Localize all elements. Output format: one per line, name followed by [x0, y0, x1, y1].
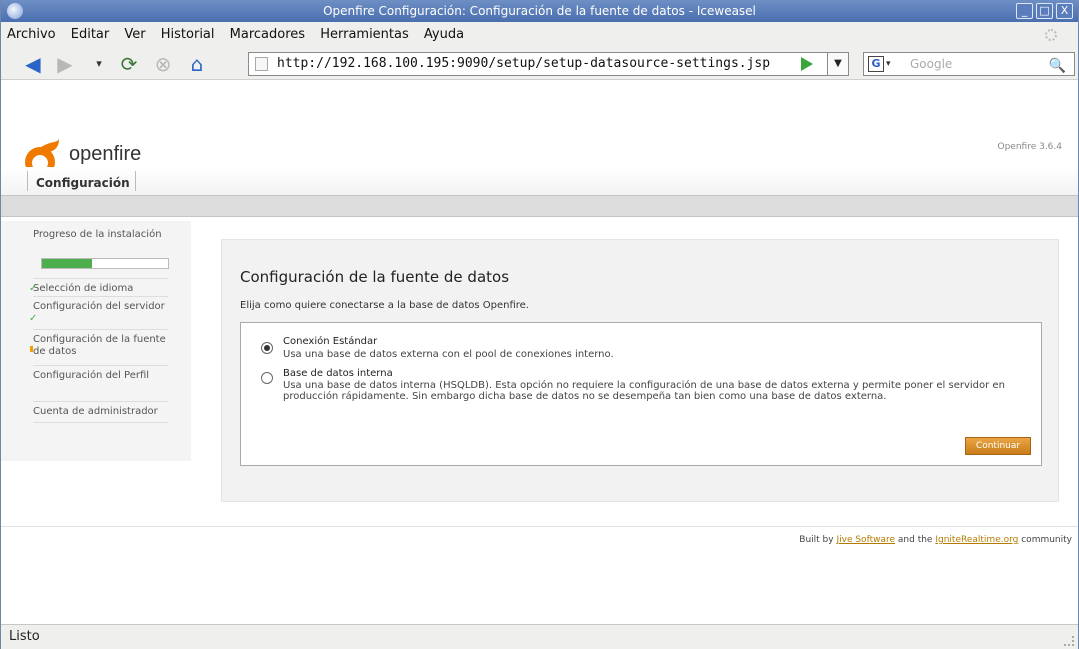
option-embedded-desc: Usa una base de datos interna (HSQLDB). …	[283, 380, 1005, 402]
footer-text: community	[1021, 535, 1072, 545]
search-engine-dropdown-icon[interactable]: ▾	[886, 53, 891, 75]
logo-text: openfire	[69, 143, 142, 165]
option-embedded-title[interactable]: Base de datos interna	[283, 368, 393, 379]
menu-historial[interactable]: Historial	[161, 27, 215, 42]
reload-icon[interactable]: ⟳	[117, 52, 141, 76]
progress-fill	[42, 259, 93, 268]
footer-text: and the	[897, 535, 933, 545]
window-title: Openfire Configuración: Configuración de…	[323, 4, 756, 18]
radio-embedded-db[interactable]	[261, 372, 273, 384]
menu-herramientas[interactable]: Herramientas	[320, 27, 409, 42]
option-standard-desc: Usa una base de datos externa con el poo…	[283, 349, 614, 360]
url-text: http://192.168.100.195:9090/setup/setup-…	[277, 56, 771, 71]
browser-window: Openfire Configuración: Configuración de…	[0, 0, 1079, 649]
menu-archivo[interactable]: Archivo	[7, 27, 56, 42]
page-favicon-icon	[255, 57, 268, 71]
jive-software-link[interactable]: Jive Software	[836, 535, 895, 545]
tab-divider	[135, 171, 136, 191]
menu-ayuda[interactable]: Ayuda	[424, 27, 464, 42]
options-box: Conexión Estándar Usa una base de datos …	[240, 322, 1042, 466]
close-button[interactable]: X	[1056, 3, 1073, 19]
navigation-toolbar: ◀ ▶ ▾ ⟳ ⊗ ⌂ http://192.168.100.195:9090/…	[1, 48, 1078, 80]
status-bar: Listo	[1, 624, 1078, 649]
step-label: Configuración del servidor	[33, 301, 165, 312]
menu-ver[interactable]: Ver	[124, 27, 145, 42]
step-server: ✓ Configuración del servidor	[29, 296, 168, 324]
maximize-button[interactable]: □	[1036, 3, 1053, 19]
menu-editar[interactable]: Editar	[71, 27, 110, 42]
version-label: Openfire 3.6.4	[997, 142, 1062, 152]
search-engine-icon[interactable]: G	[868, 56, 884, 72]
footer-divider	[1, 526, 1078, 527]
web-page: openfire Openfire 3.6.4 Configuración Pr…	[1, 81, 1078, 624]
go-icon[interactable]	[801, 57, 813, 71]
resize-grip-icon[interactable]	[1064, 636, 1074, 646]
current-step-icon	[30, 346, 33, 352]
install-progress-bar	[41, 258, 169, 269]
subnav-bar	[1, 195, 1078, 217]
search-icon[interactable]: 🔍	[1049, 55, 1066, 77]
step-language: ✓ Selección de idioma	[29, 278, 168, 295]
footer: Built by Jive Software and the IgniteRea…	[799, 535, 1072, 545]
step-label: Configuración de la fuente de datos	[33, 334, 166, 357]
intro-text: Elija como quiere conectarse a la base d…	[240, 300, 529, 311]
home-icon[interactable]: ⌂	[185, 52, 209, 76]
menu-bar: Archivo Editar Ver Historial Marcadores …	[1, 22, 1078, 48]
step-label: Cuenta de administrador	[33, 406, 158, 417]
step-label: Selección de idioma	[33, 283, 134, 294]
option-standard-title[interactable]: Conexión Estándar	[283, 336, 377, 347]
step-datasource: Configuración de la fuente de datos	[30, 329, 168, 358]
url-bar[interactable]: http://192.168.100.195:9090/setup/setup-…	[248, 52, 828, 76]
page-title: Configuración de la fuente de datos	[240, 268, 510, 286]
footer-text: Built by	[799, 535, 834, 545]
tab-divider	[27, 171, 28, 191]
step-admin: Cuenta de administrador	[33, 401, 168, 423]
title-bar: Openfire Configuración: Configuración de…	[1, 0, 1078, 22]
throbber-icon	[1045, 29, 1057, 41]
step-profile: Configuración del Perfil	[33, 365, 168, 382]
radio-standard-connection[interactable]	[261, 342, 273, 354]
history-dropdown-icon[interactable]: ▾	[87, 52, 111, 76]
igniterealtime-link[interactable]: IgniteRealtime.org	[935, 535, 1018, 545]
search-placeholder: Google	[910, 57, 953, 71]
check-icon: ✓	[29, 313, 38, 324]
check-icon: ✓	[29, 283, 38, 294]
back-icon[interactable]: ◀	[21, 52, 45, 76]
tab-row	[1, 167, 1078, 195]
forward-icon[interactable]: ▶	[53, 52, 77, 76]
stop-icon[interactable]: ⊗	[151, 52, 175, 76]
main-panel: Configuración de la fuente de datos Elij…	[221, 239, 1059, 502]
browser-icon	[7, 3, 23, 19]
tab-configuracion[interactable]: Configuración	[36, 176, 130, 190]
url-dropdown-icon[interactable]: ▼	[827, 52, 849, 76]
menu-marcadores[interactable]: Marcadores	[230, 27, 305, 42]
continue-button[interactable]: Continuar	[965, 437, 1031, 455]
progress-title: Progreso de la instalación	[33, 229, 162, 240]
minimize-button[interactable]: _	[1016, 3, 1033, 19]
step-label: Configuración del Perfil	[33, 370, 150, 381]
status-text: Listo	[9, 629, 40, 644]
search-box[interactable]: G ▾ Google 🔍	[863, 52, 1075, 76]
